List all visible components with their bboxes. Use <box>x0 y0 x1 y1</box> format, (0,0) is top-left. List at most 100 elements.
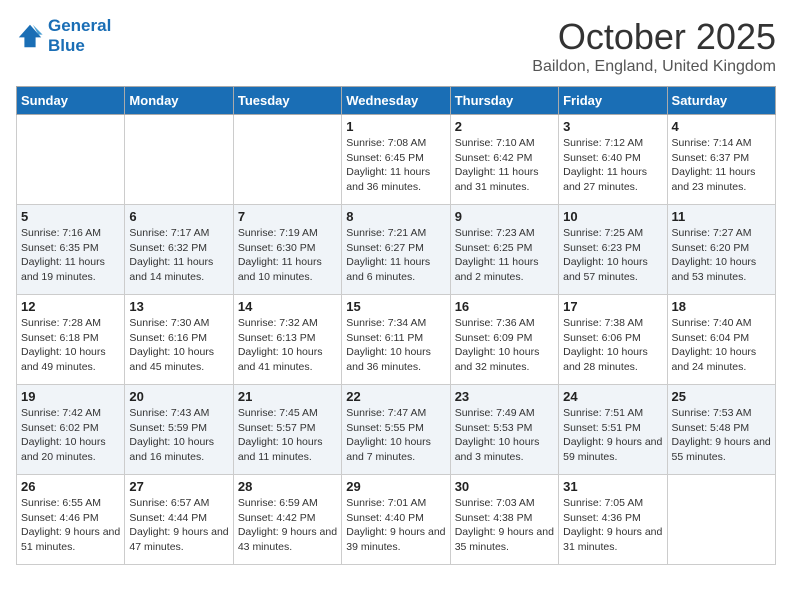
day-info: Sunrise: 7:34 AMSunset: 6:11 PMDaylight:… <box>346 316 445 375</box>
calendar-cell <box>667 475 775 565</box>
day-info: Sunrise: 7:28 AMSunset: 6:18 PMDaylight:… <box>21 316 120 375</box>
day-number: 17 <box>563 299 662 314</box>
day-number: 5 <box>21 209 120 224</box>
day-number: 6 <box>129 209 228 224</box>
day-number: 25 <box>672 389 771 404</box>
day-number: 10 <box>563 209 662 224</box>
calendar-cell: 21 Sunrise: 7:45 AMSunset: 5:57 PMDayligh… <box>233 385 341 475</box>
calendar-cell: 5 Sunrise: 7:16 AMSunset: 6:35 PMDaylight… <box>17 205 125 295</box>
day-number: 24 <box>563 389 662 404</box>
day-info: Sunrise: 7:05 AMSunset: 4:36 PMDaylight:… <box>563 496 662 555</box>
calendar-cell: 16 Sunrise: 7:36 AMSunset: 6:09 PMDayligh… <box>450 295 558 385</box>
day-info: Sunrise: 7:49 AMSunset: 5:53 PMDaylight:… <box>455 406 554 465</box>
week-row-3: 12Sunrise: 7:28 AMSunset: 6:18 PMDayligh… <box>17 295 776 385</box>
calendar-cell: 3 Sunrise: 7:12 AMSunset: 6:40 PMDaylight… <box>559 115 667 205</box>
day-number: 15 <box>346 299 445 314</box>
weekday-header-sunday: Sunday <box>17 87 125 115</box>
day-info: Sunrise: 7:45 AMSunset: 5:57 PMDaylight:… <box>238 406 337 465</box>
calendar-cell: 17Sunrise: 7:38 AMSunset: 6:06 PMDayligh… <box>559 295 667 385</box>
day-info: Sunrise: 7:23 AMSunset: 6:25 PMDaylight:… <box>455 226 554 285</box>
day-number: 13 <box>129 299 228 314</box>
day-number: 4 <box>672 119 771 134</box>
calendar-cell: 19Sunrise: 7:42 AMSunset: 6:02 PMDayligh… <box>17 385 125 475</box>
day-info: Sunrise: 7:42 AMSunset: 6:02 PMDaylight:… <box>21 406 120 465</box>
day-info: Sunrise: 7:19 AMSunset: 6:30 PMDaylight:… <box>238 226 337 285</box>
day-number: 18 <box>672 299 771 314</box>
weekday-header-wednesday: Wednesday <box>342 87 450 115</box>
day-info: Sunrise: 7:36 AMSunset: 6:09 PMDaylight:… <box>455 316 554 375</box>
day-number: 23 <box>455 389 554 404</box>
calendar-cell: 14 Sunrise: 7:32 AMSunset: 6:13 PMDayligh… <box>233 295 341 385</box>
day-number: 20 <box>129 389 228 404</box>
weekday-header-thursday: Thursday <box>450 87 558 115</box>
day-number: 7 <box>238 209 337 224</box>
day-info: Sunrise: 7:27 AMSunset: 6:20 PMDaylight:… <box>672 226 771 285</box>
weekday-header-tuesday: Tuesday <box>233 87 341 115</box>
week-row-4: 19Sunrise: 7:42 AMSunset: 6:02 PMDayligh… <box>17 385 776 475</box>
day-number: 21 <box>238 389 337 404</box>
day-info: Sunrise: 7:53 AMSunset: 5:48 PMDaylight:… <box>672 406 771 465</box>
calendar-cell: 13 Sunrise: 7:30 AMSunset: 6:16 PMDayligh… <box>125 295 233 385</box>
calendar-cell: 27Sunrise: 6:57 AMSunset: 4:44 PMDayligh… <box>125 475 233 565</box>
week-row-2: 5 Sunrise: 7:16 AMSunset: 6:35 PMDaylight… <box>17 205 776 295</box>
calendar-cell: 15 Sunrise: 7:34 AMSunset: 6:11 PMDayligh… <box>342 295 450 385</box>
month-title: October 2025 <box>532 16 776 58</box>
calendar-cell: 26Sunrise: 6:55 AMSunset: 4:46 PMDayligh… <box>17 475 125 565</box>
day-number: 28 <box>238 479 337 494</box>
calendar-cell <box>125 115 233 205</box>
calendar-cell: 11Sunrise: 7:27 AMSunset: 6:20 PMDayligh… <box>667 205 775 295</box>
calendar-cell: 8 Sunrise: 7:21 AMSunset: 6:27 PMDaylight… <box>342 205 450 295</box>
day-number: 3 <box>563 119 662 134</box>
calendar-table: SundayMondayTuesdayWednesdayThursdayFrid… <box>16 86 776 565</box>
day-info: Sunrise: 6:59 AMSunset: 4:42 PMDaylight:… <box>238 496 337 555</box>
page-header: General Blue October 2025 Baildon, Engla… <box>16 16 776 76</box>
day-info: Sunrise: 7:17 AMSunset: 6:32 PMDaylight:… <box>129 226 228 285</box>
week-row-5: 26Sunrise: 6:55 AMSunset: 4:46 PMDayligh… <box>17 475 776 565</box>
day-number: 31 <box>563 479 662 494</box>
calendar-cell: 1Sunrise: 7:08 AMSunset: 6:45 PMDaylight… <box>342 115 450 205</box>
week-row-1: 1Sunrise: 7:08 AMSunset: 6:45 PMDaylight… <box>17 115 776 205</box>
calendar-cell <box>233 115 341 205</box>
calendar-cell: 2Sunrise: 7:10 AMSunset: 6:42 PMDaylight… <box>450 115 558 205</box>
calendar-cell: 6 Sunrise: 7:17 AMSunset: 6:32 PMDaylight… <box>125 205 233 295</box>
calendar-cell: 18Sunrise: 7:40 AMSunset: 6:04 PMDayligh… <box>667 295 775 385</box>
calendar-cell: 20 Sunrise: 7:43 AMSunset: 5:59 PMDayligh… <box>125 385 233 475</box>
logo-text: General Blue <box>48 16 111 56</box>
day-info: Sunrise: 7:25 AMSunset: 6:23 PMDaylight:… <box>563 226 662 285</box>
calendar-cell: 29 Sunrise: 7:01 AMSunset: 4:40 PMDayligh… <box>342 475 450 565</box>
day-number: 29 <box>346 479 445 494</box>
calendar-cell: 24 Sunrise: 7:51 AMSunset: 5:51 PMDayligh… <box>559 385 667 475</box>
day-info: Sunrise: 7:32 AMSunset: 6:13 PMDaylight:… <box>238 316 337 375</box>
calendar-cell: 9 Sunrise: 7:23 AMSunset: 6:25 PMDaylight… <box>450 205 558 295</box>
calendar-cell: 22Sunrise: 7:47 AMSunset: 5:55 PMDayligh… <box>342 385 450 475</box>
calendar-cell: 30Sunrise: 7:03 AMSunset: 4:38 PMDayligh… <box>450 475 558 565</box>
weekday-header-row: SundayMondayTuesdayWednesdayThursdayFrid… <box>17 87 776 115</box>
calendar-cell: 12Sunrise: 7:28 AMSunset: 6:18 PMDayligh… <box>17 295 125 385</box>
day-info: Sunrise: 7:01 AMSunset: 4:40 PMDaylight:… <box>346 496 445 555</box>
calendar-cell: 10 Sunrise: 7:25 AMSunset: 6:23 PMDayligh… <box>559 205 667 295</box>
logo: General Blue <box>16 16 111 56</box>
calendar-cell <box>17 115 125 205</box>
calendar-cell: 7 Sunrise: 7:19 AMSunset: 6:30 PMDaylight… <box>233 205 341 295</box>
day-info: Sunrise: 7:21 AMSunset: 6:27 PMDaylight:… <box>346 226 445 285</box>
day-info: Sunrise: 7:43 AMSunset: 5:59 PMDaylight:… <box>129 406 228 465</box>
day-info: Sunrise: 7:16 AMSunset: 6:35 PMDaylight:… <box>21 226 120 285</box>
day-info: Sunrise: 7:03 AMSunset: 4:38 PMDaylight:… <box>455 496 554 555</box>
day-info: Sunrise: 6:57 AMSunset: 4:44 PMDaylight:… <box>129 496 228 555</box>
day-info: Sunrise: 7:12 AMSunset: 6:40 PMDaylight:… <box>563 136 662 195</box>
day-info: Sunrise: 7:30 AMSunset: 6:16 PMDaylight:… <box>129 316 228 375</box>
weekday-header-friday: Friday <box>559 87 667 115</box>
day-info: Sunrise: 7:47 AMSunset: 5:55 PMDaylight:… <box>346 406 445 465</box>
day-number: 16 <box>455 299 554 314</box>
day-info: Sunrise: 7:10 AMSunset: 6:42 PMDaylight:… <box>455 136 554 195</box>
day-number: 8 <box>346 209 445 224</box>
day-info: Sunrise: 7:51 AMSunset: 5:51 PMDaylight:… <box>563 406 662 465</box>
calendar-cell: 23 Sunrise: 7:49 AMSunset: 5:53 PMDayligh… <box>450 385 558 475</box>
calendar-cell: 25 Sunrise: 7:53 AMSunset: 5:48 PMDayligh… <box>667 385 775 475</box>
location-title: Baildon, England, United Kingdom <box>532 58 776 76</box>
calendar-cell: 4Sunrise: 7:14 AMSunset: 6:37 PMDaylight… <box>667 115 775 205</box>
calendar-cell: 28 Sunrise: 6:59 AMSunset: 4:42 PMDayligh… <box>233 475 341 565</box>
day-number: 9 <box>455 209 554 224</box>
weekday-header-monday: Monday <box>125 87 233 115</box>
day-number: 14 <box>238 299 337 314</box>
